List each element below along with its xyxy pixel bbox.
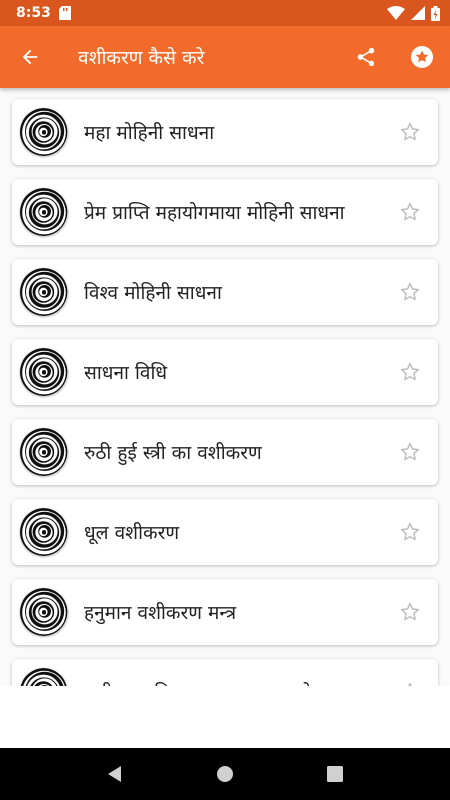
star-outline-icon (400, 282, 420, 301)
nav-home-icon (217, 766, 233, 782)
list-item[interactable]: रुठी हुई स्त्री का वशीकरण (12, 419, 438, 485)
spiral-icon (20, 108, 68, 156)
favorite-toggle-button[interactable] (386, 348, 434, 396)
status-time: 8:53 (16, 5, 51, 21)
nav-back-icon (108, 766, 121, 782)
star-outline-icon (400, 122, 420, 141)
list-item[interactable]: धूल वशीकरण (12, 499, 438, 565)
share-button[interactable] (338, 29, 394, 85)
sd-card-icon (58, 6, 71, 20)
star-outline-icon (400, 442, 420, 461)
nav-recents-button[interactable] (311, 750, 359, 798)
spiral-icon (20, 428, 68, 476)
star-outline-icon (400, 202, 420, 221)
star-outline-icon (400, 522, 420, 541)
list-item[interactable]: साधना विधि (12, 339, 438, 405)
list-item-title: धूल वशीकरण (84, 522, 180, 544)
list-item-title: हनुमान वशीकरण मन्त्र (84, 602, 237, 624)
nav-home-button[interactable] (201, 750, 249, 798)
favorite-toggle-button[interactable] (386, 588, 434, 636)
star-outline-icon (400, 362, 420, 381)
favorite-toggle-button[interactable] (386, 108, 434, 156)
list-item[interactable]: महा मोहिनी साधना (12, 99, 438, 165)
spiral-icon (20, 508, 68, 556)
back-button[interactable] (2, 29, 58, 85)
star-outline-icon (400, 602, 420, 621)
list-item[interactable]: हनुमान वशीकरण मन्त्र (12, 579, 438, 645)
item-list: महा मोहिनी साधना प्रेम प्राप्ति महायोगमाय… (0, 88, 450, 686)
favorite-toggle-button[interactable] (386, 508, 434, 556)
favorite-toggle-button[interactable] (386, 668, 434, 686)
list-item-title: वशीकरण तिलक का अनुभूत प्रयोग (84, 679, 386, 686)
navigation-bar (0, 748, 450, 800)
blank-area (0, 686, 450, 748)
list-item[interactable]: प्रेम प्राप्ति महायोगमाया मोहिनी साधना (12, 179, 438, 245)
nav-recents-icon (327, 766, 343, 782)
app-bar: वशीकरण कैसे करे (0, 26, 450, 88)
list-item-title: रुठी हुई स्त्री का वशीकरण (84, 442, 262, 464)
status-bar: 8:53 (0, 0, 450, 26)
arrow-back-icon (22, 49, 38, 65)
favorite-toggle-button[interactable] (386, 188, 434, 236)
spiral-icon (20, 188, 68, 236)
spiral-icon (20, 588, 68, 636)
spiral-icon (20, 268, 68, 316)
favorites-button[interactable] (394, 29, 450, 85)
star-badge-icon (411, 46, 433, 68)
nav-back-button[interactable] (91, 750, 139, 798)
list-item[interactable]: विश्व मोहिनी साधना (12, 259, 438, 325)
wifi-icon (387, 6, 405, 20)
list-item[interactable]: वशीकरण तिलक का अनुभूत प्रयोग (12, 659, 438, 686)
favorite-toggle-button[interactable] (386, 268, 434, 316)
content-area: महा मोहिनी साधना प्रेम प्राप्ति महायोगमाय… (0, 88, 450, 686)
battery-icon (431, 5, 440, 21)
spiral-icon (20, 668, 68, 686)
spiral-icon (20, 348, 68, 396)
list-item-title: प्रेम प्राप्ति महायोगमाया मोहिनी साधना (84, 202, 345, 224)
share-icon (357, 47, 375, 67)
list-item-title: साधना विधि (84, 362, 168, 384)
list-item-title: महा मोहिनी साधना (84, 122, 215, 144)
signal-icon (411, 6, 425, 20)
favorite-toggle-button[interactable] (386, 428, 434, 476)
app-title: वशीकरण कैसे करे (78, 47, 205, 69)
list-item-title: विश्व मोहिनी साधना (84, 282, 222, 304)
